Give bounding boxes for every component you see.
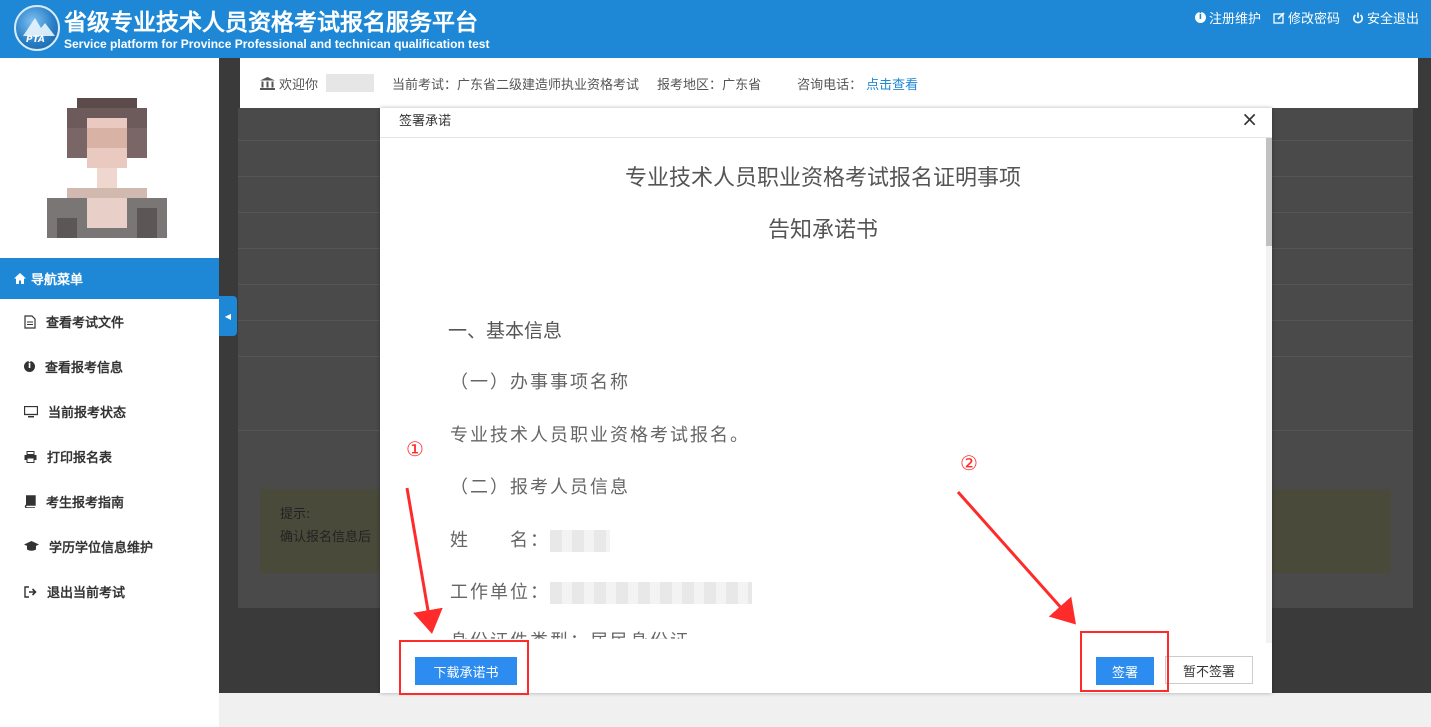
phone-label: 咨询电话： — [797, 77, 863, 93]
skip-sign-button[interactable]: 暂不签署 — [1165, 656, 1253, 684]
modal-body[interactable]: 专业技术人员职业资格考试报名证明事项 告知承诺书 一、基本信息 （一）办事事项名… — [380, 138, 1272, 643]
sidebar-item-label: 查看考试文件 — [46, 316, 125, 331]
book-icon — [24, 495, 36, 508]
nav-menu-header: 导航菜单 — [0, 258, 219, 299]
register-maintain-label: 注册维护 — [1208, 12, 1261, 27]
info-icon: i — [1194, 12, 1206, 23]
current-exam-segment: 当前考试： 广东省二级建造师执业资格考试 — [392, 74, 639, 93]
file-icon — [24, 314, 36, 329]
register-maintain-link[interactable]: i 注册维护 — [1194, 8, 1261, 27]
user-avatar — [47, 88, 167, 238]
sidebar-item-print-form[interactable]: 打印报名表 — [0, 434, 219, 479]
sidebar-item-label: 学历学位信息维护 — [49, 541, 154, 556]
logo-text: PTA — [26, 35, 46, 45]
sign-out-icon — [24, 585, 37, 598]
annotation-box-download — [399, 640, 529, 695]
sidebar-item-view-exam-files[interactable]: 查看考试文件 — [0, 299, 219, 344]
sidebar-item-label: 打印报名表 — [47, 451, 113, 466]
power-icon — [1353, 12, 1363, 23]
change-password-link[interactable]: 修改密码 — [1273, 8, 1340, 27]
logout-label: 安全退出 — [1366, 12, 1419, 27]
avatar-pixelated-image — [47, 88, 167, 238]
welcome-label: 欢迎你 — [279, 77, 319, 93]
info-bar: 欢迎你 当前考试： 广东省二级建造师执业资格考试 报考地区： 广东省 咨询电话：… — [240, 58, 1418, 108]
nav-list: 查看考试文件 i 查看报考信息 当前报考状态 打印报名表 考生报考指南 学历学位… — [0, 299, 219, 614]
info-icon: i — [24, 361, 35, 372]
nav-menu-title: 导航菜单 — [31, 273, 84, 288]
close-icon[interactable]: × — [1241, 108, 1258, 130]
phone-view-link[interactable]: 点击查看 — [866, 74, 918, 93]
sign-commitment-modal: 签署承诺 × 专业技术人员职业资格考试报名证明事项 告知承诺书 一、基本信息 （… — [380, 108, 1272, 693]
home-icon — [14, 273, 26, 284]
region-value: 广东省 — [722, 77, 762, 93]
subsection-matter-name: （一）办事事项名称 — [450, 372, 630, 393]
edit-icon — [1273, 11, 1285, 24]
annotation-number-1: ① — [406, 437, 424, 461]
change-password-label: 修改密码 — [1287, 12, 1340, 27]
site-subtitle: Service platform for Province Profession… — [64, 37, 490, 51]
modal-scrollbar[interactable] — [1266, 138, 1272, 643]
current-exam-value: 广东省二级建造师执业资格考试 — [457, 77, 640, 93]
phone-segment: 咨询电话： 点击查看 — [797, 74, 918, 93]
region-segment: 报考地区： 广东省 — [657, 74, 761, 93]
sidebar-item-exam-guide[interactable]: 考生报考指南 — [0, 479, 219, 524]
username-redacted — [326, 74, 375, 92]
work-unit-label: 工作单位： — [450, 582, 550, 603]
monitor-icon — [24, 405, 38, 417]
sidebar-collapse-toggle[interactable]: ◀ — [219, 296, 237, 336]
name-row: 姓 名： — [450, 526, 610, 552]
annotation-box-sign — [1080, 631, 1169, 692]
sidebar-item-label: 考生报考指南 — [46, 496, 125, 511]
sidebar-item-label: 查看报考信息 — [45, 361, 124, 376]
section-heading-basic-info: 一、基本信息 — [448, 320, 563, 342]
document-title: 专业技术人员职业资格考试报名证明事项 — [624, 166, 1021, 191]
logout-link[interactable]: 安全退出 — [1352, 8, 1419, 27]
welcome-segment: 欢迎你 — [260, 74, 375, 93]
sidebar-item-current-status[interactable]: 当前报考状态 — [0, 389, 219, 434]
region-label: 报考地区： — [657, 77, 723, 93]
sidebar-item-view-registration-info[interactable]: i 查看报考信息 — [0, 344, 219, 389]
name-redacted — [550, 530, 610, 552]
sidebar-item-label: 退出当前考试 — [47, 586, 126, 601]
matter-name-text: 专业技术人员职业资格考试报名。 — [450, 425, 750, 446]
scrollbar-thumb[interactable] — [1266, 138, 1272, 246]
subsection-applicant-info: （二）报考人员信息 — [450, 477, 630, 498]
document-subtitle: 告知承诺书 — [767, 218, 878, 243]
print-icon — [24, 450, 37, 463]
modal-title: 签署承诺 — [399, 114, 452, 129]
modal-header: 签署承诺 × — [380, 108, 1272, 138]
pta-logo: PTA — [14, 5, 60, 51]
sidebar-item-label: 当前报考状态 — [48, 406, 127, 421]
graduation-cap-icon — [24, 541, 39, 551]
name-label: 姓 名： — [450, 530, 550, 551]
work-unit-row: 工作单位： — [450, 578, 752, 604]
bottom-strip — [219, 693, 1431, 727]
annotation-number-2: ② — [960, 451, 978, 475]
top-header: PTA 省级专业技术人员资格考试报名服务平台 Service platform … — [0, 0, 1431, 58]
current-exam-label: 当前考试： — [392, 77, 458, 93]
work-unit-redacted — [550, 582, 752, 604]
sidebar-item-exit-exam[interactable]: 退出当前考试 — [0, 569, 219, 614]
bank-icon — [260, 76, 275, 90]
sidebar-item-degree-info[interactable]: 学历学位信息维护 — [0, 524, 219, 569]
top-links: i 注册维护 修改密码 安全退出 — [1194, 8, 1419, 27]
site-title: 省级专业技术人员资格考试报名服务平台 — [64, 10, 478, 36]
caret-left-icon: ◀ — [224, 311, 232, 321]
sidebar: 导航菜单 查看考试文件 i 查看报考信息 当前报考状态 打印报名表 考生报考指南… — [0, 58, 219, 727]
